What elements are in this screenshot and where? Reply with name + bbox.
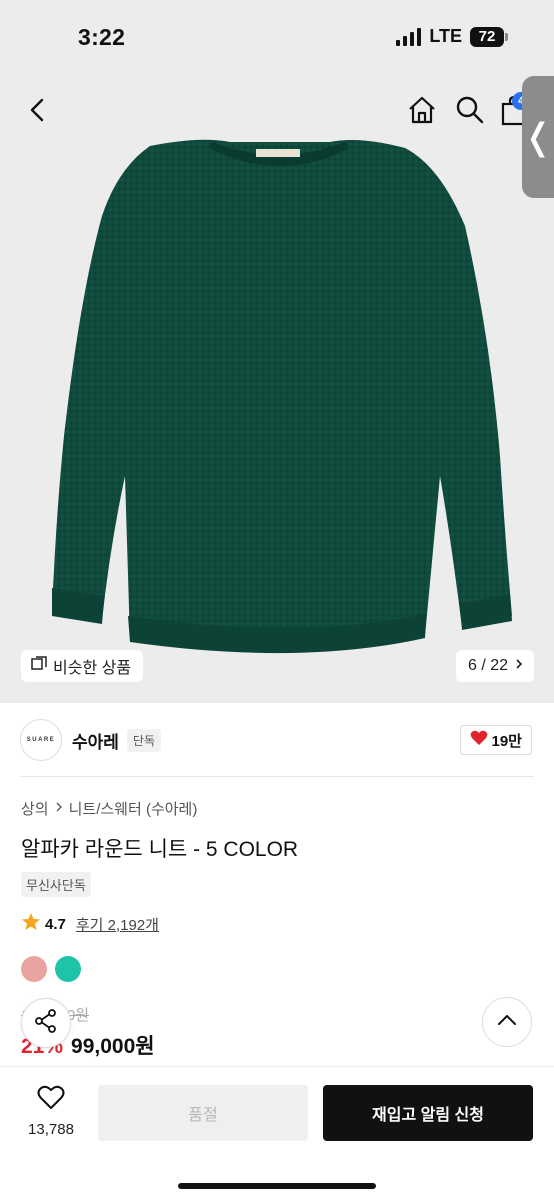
restock-alert-button[interactable]: 재입고 알림 신청 [323, 1085, 533, 1141]
battery-level: 72 [470, 26, 504, 47]
top-navigation: 4 [0, 76, 554, 144]
bottom-action-bar: 13,788 품절 재입고 알림 신청 [0, 1066, 554, 1200]
home-icon[interactable] [406, 94, 438, 126]
breadcrumb-item-subcategory[interactable]: 니트/스웨터 (수아레) [69, 798, 198, 819]
wishlist-count: 13,788 [28, 1121, 74, 1138]
star-icon [21, 912, 41, 936]
status-bar: 3:22 LTE 72 [0, 0, 554, 76]
review-count-link[interactable]: 후기 2,192개 [76, 914, 159, 935]
exclusive-badge: 무신사단독 [21, 872, 91, 897]
color-swatch-pink[interactable] [21, 956, 47, 982]
soldout-button: 품절 [98, 1085, 308, 1141]
chevron-right-icon [514, 657, 524, 675]
brand-like-count: 19만 [491, 732, 523, 750]
image-page-counter[interactable]: 6 / 22 [455, 650, 534, 682]
product-image [52, 139, 512, 654]
divider [20, 776, 534, 777]
breadcrumb: 상의 니트/스웨터 (수아레) [21, 798, 197, 819]
status-indicators: LTE 72 [396, 26, 508, 47]
similar-products-button[interactable]: 비슷한 상품 [21, 650, 144, 682]
brand-exclusive-tag: 단독 [126, 728, 162, 752]
share-icon [33, 1008, 59, 1039]
share-button[interactable] [21, 998, 71, 1048]
product-gallery[interactable]: 4 ❬ 비슷한 상품 6 / 22 [0, 76, 554, 703]
rating-row: 4.7 후기 2,192개 [21, 912, 159, 936]
wishlist-button[interactable]: 13,788 [20, 1085, 82, 1145]
brand-row: SUARE 수아레 단독 19만 [20, 718, 534, 762]
heart-filled-icon [470, 730, 488, 750]
home-indicator [178, 1183, 376, 1189]
brand-name[interactable]: 수아레 [72, 728, 119, 753]
sale-price: 99,000원 [71, 1035, 155, 1058]
back-icon[interactable] [24, 94, 54, 126]
rating-score: 4.7 [45, 915, 66, 933]
signal-icon [396, 27, 422, 46]
color-swatches [21, 956, 81, 982]
brand-logo[interactable]: SUARE [20, 719, 62, 761]
side-panel-toggle[interactable]: ❬ [522, 76, 554, 198]
status-time: 3:22 [78, 24, 126, 50]
brand-like-button[interactable]: 19만 [459, 725, 532, 755]
scroll-top-button[interactable] [482, 997, 532, 1047]
heart-outline-icon [37, 1085, 65, 1115]
similar-icon [31, 655, 47, 677]
search-icon[interactable] [454, 94, 486, 126]
product-title: 알파카 라운드 니트 - 5 COLOR [21, 838, 299, 861]
network-label: LTE [429, 26, 462, 46]
battery-icon: 72 [470, 26, 508, 47]
page-counter-text: 6 / 22 [467, 657, 508, 674]
similar-label: 비슷한 상품 [53, 660, 132, 677]
breadcrumb-item-category[interactable]: 상의 [21, 798, 49, 819]
chevron-right-icon [55, 800, 63, 817]
chevron-up-icon [496, 1013, 518, 1032]
color-swatch-mint[interactable] [55, 956, 81, 982]
